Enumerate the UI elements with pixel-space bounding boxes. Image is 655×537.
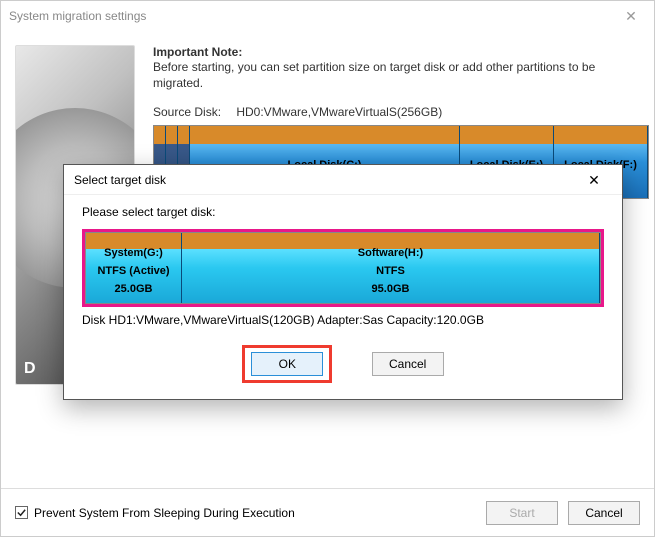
target-disk-bar[interactable]: System(G:) NTFS (Active) 25.0GB Software…: [85, 232, 601, 304]
prevent-sleep-label: Prevent System From Sleeping During Exec…: [34, 506, 295, 520]
modal-titlebar: Select target disk ✕: [64, 165, 622, 195]
target-part-g[interactable]: System(G:) NTFS (Active) 25.0GB: [86, 233, 182, 303]
bottom-bar: Prevent System From Sleeping During Exec…: [1, 488, 654, 536]
note-body: Before starting, you can set partition s…: [153, 59, 642, 91]
part-h-name: Software(H:): [354, 247, 427, 259]
part-g-name: System(G:): [100, 247, 167, 259]
source-label: Source Disk:: [153, 105, 233, 119]
part-h-fs: NTFS: [372, 265, 409, 277]
part-g-size: 25.0GB: [111, 283, 157, 295]
modal-body: Please select target disk: System(G:) NT…: [64, 195, 622, 393]
source-row: Source Disk: HD0:VMware,VMwareVirtualS(2…: [153, 105, 642, 119]
main-titlebar: System migration settings ✕: [1, 1, 654, 31]
main-close-icon[interactable]: ✕: [616, 8, 646, 25]
target-part-h[interactable]: Software(H:) NTFS 95.0GB: [182, 233, 600, 303]
note-title: Important Note:: [153, 45, 642, 59]
main-cancel-button[interactable]: Cancel: [568, 501, 640, 525]
part-h-size: 95.0GB: [368, 283, 414, 295]
modal-close-icon[interactable]: ✕: [576, 166, 612, 194]
part-g-fs: NTFS (Active): [93, 265, 173, 277]
ok-button[interactable]: OK: [251, 352, 323, 376]
modal-title: Select target disk: [74, 173, 166, 187]
main-title: System migration settings: [9, 9, 146, 23]
target-disk-highlight: System(G:) NTFS (Active) 25.0GB Software…: [82, 229, 604, 307]
modal-prompt: Please select target disk:: [82, 205, 604, 219]
modal-buttons: OK Cancel: [82, 345, 604, 383]
prevent-sleep-checkbox[interactable]: [15, 506, 28, 519]
start-button[interactable]: Start: [486, 501, 558, 525]
source-value: HD0:VMware,VMwareVirtualS(256GB): [236, 105, 442, 119]
ok-button-highlight: OK: [242, 345, 332, 383]
hdd-label: D: [24, 360, 36, 378]
target-disk-info: Disk HD1:VMware,VMwareVirtualS(120GB) Ad…: [82, 313, 604, 327]
select-target-dialog: Select target disk ✕ Please select targe…: [63, 164, 623, 400]
modal-cancel-button[interactable]: Cancel: [372, 352, 444, 376]
